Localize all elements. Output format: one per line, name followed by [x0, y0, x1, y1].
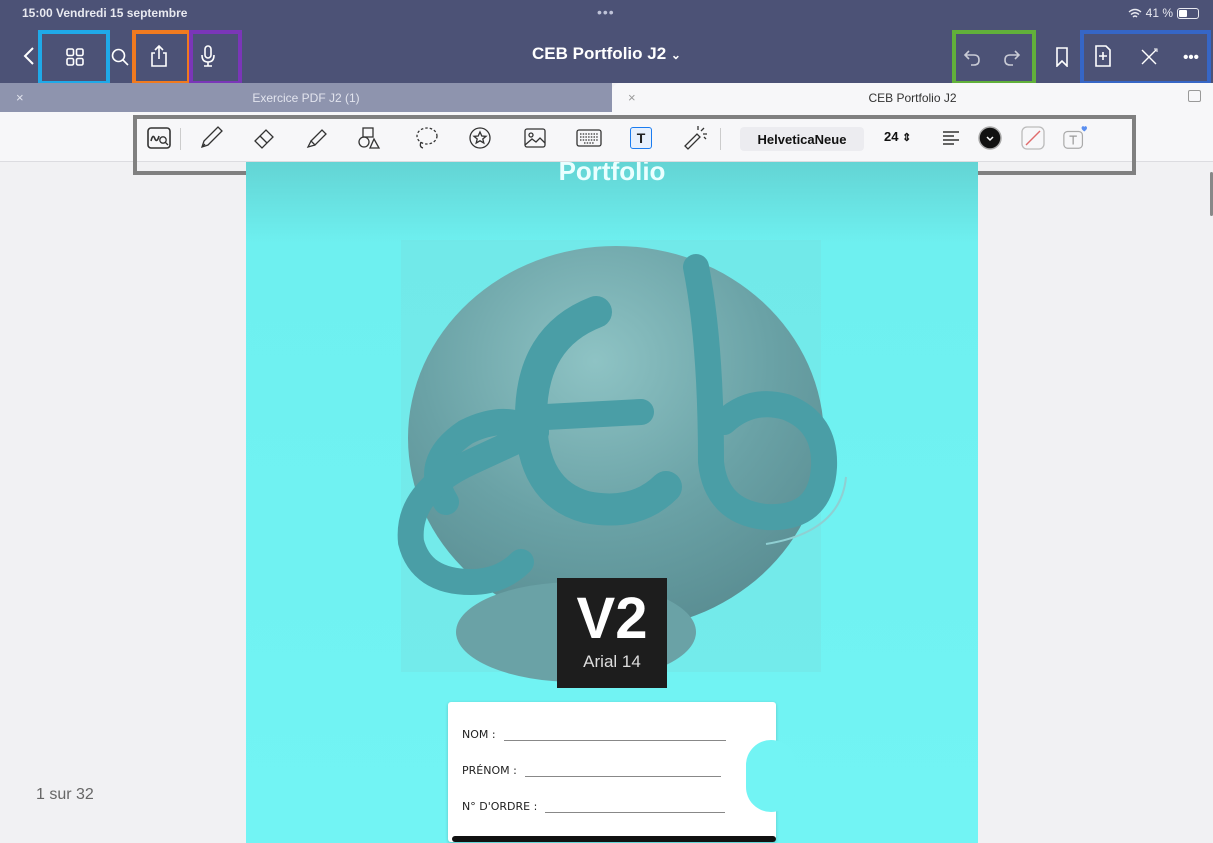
annotation-toolbar: T HelveticaNeue 24 ⇕	[0, 112, 1213, 162]
tab-exercice[interactable]: × Exercice PDF J2 (1)	[0, 83, 612, 112]
zoom-writing-tool[interactable]	[146, 125, 172, 151]
tab-ceb-portfolio[interactable]: × CEB Portfolio J2	[612, 83, 1213, 112]
field-line	[545, 812, 726, 813]
pen-icon	[200, 126, 223, 149]
zoom-writing-icon	[147, 127, 171, 149]
text-align-button[interactable]	[938, 125, 964, 151]
laser-pointer-icon	[684, 126, 707, 150]
firstname-label: PRÉNOM :	[462, 764, 517, 777]
firstname-field[interactable]: PRÉNOM :	[462, 764, 721, 777]
card-cutout	[746, 740, 796, 812]
add-page-button[interactable]	[1090, 43, 1116, 69]
split-view-icon[interactable]	[1188, 90, 1201, 102]
align-left-icon	[943, 131, 959, 145]
highlighter-tool[interactable]	[304, 125, 330, 151]
more-button[interactable]: •••	[1176, 44, 1206, 70]
search-icon	[111, 48, 129, 66]
font-family-selector[interactable]: HelveticaNeue	[740, 127, 864, 151]
close-x-icon	[1141, 48, 1158, 65]
keyboard-tool[interactable]	[576, 125, 602, 151]
image-tool[interactable]	[522, 125, 548, 151]
grid-icon	[66, 48, 84, 66]
text-tool[interactable]: T	[628, 125, 654, 151]
order-number-label: N° D'ORDRE :	[462, 800, 538, 813]
back-button[interactable]	[18, 44, 40, 68]
toolbar-divider	[720, 128, 721, 150]
bookmark-icon	[1056, 47, 1068, 67]
image-icon	[524, 128, 546, 148]
chevron-down-icon[interactable]: ⌄	[671, 48, 681, 62]
order-number-field[interactable]: N° D'ORDRE :	[462, 800, 726, 813]
laser-pointer-tool[interactable]	[682, 125, 708, 151]
lasso-icon	[416, 127, 438, 149]
text-box-icon: T	[630, 127, 652, 149]
battery-icon	[1177, 7, 1199, 19]
lasso-tool[interactable]	[414, 125, 440, 151]
back-icon	[23, 47, 34, 65]
shape-tool[interactable]	[356, 125, 382, 151]
no-fill-icon	[1021, 126, 1045, 150]
field-line	[524, 776, 721, 777]
pdf-page[interactable]: Portfolio V2 Arial 14 NOM : PRÉNOM : N° …	[246, 162, 978, 843]
tab-label: CEB Portfolio J2	[868, 91, 957, 105]
toolbar-divider	[180, 128, 181, 150]
status-indicators: 41 %	[1128, 6, 1199, 20]
text-style-favorites-button[interactable]	[1062, 125, 1088, 151]
card-bottom-bar	[452, 836, 776, 842]
fill-color-button[interactable]	[1020, 125, 1046, 151]
dictation-button[interactable]	[194, 42, 222, 70]
document-tabs: × Exercice PDF J2 (1) × CEB Portfolio J2	[0, 83, 1213, 112]
multitasking-dots[interactable]: •••	[597, 4, 615, 20]
search-button[interactable]	[108, 44, 132, 70]
pen-tool[interactable]	[198, 125, 224, 151]
undo-icon	[963, 50, 980, 66]
text-favorite-icon	[1063, 126, 1088, 149]
thumbnails-button[interactable]	[60, 44, 90, 70]
highlighter-icon	[306, 129, 327, 149]
field-line	[503, 740, 726, 741]
close-document-button[interactable]	[1136, 44, 1162, 70]
keyboard-icon	[576, 129, 602, 147]
version-note: Arial 14	[583, 652, 641, 671]
tab-label: Exercice PDF J2 (1)	[252, 91, 360, 105]
sticker-tool[interactable]	[467, 125, 493, 151]
top-bar: 15:00 Vendredi 15 septembre ••• 41 % CEB…	[0, 0, 1213, 83]
font-size-value: 24	[884, 129, 899, 144]
share-button[interactable]	[144, 42, 174, 70]
document-title[interactable]: CEB Portfolio J2	[532, 44, 666, 63]
eraser-tool[interactable]	[252, 125, 278, 151]
version-badge: V2 Arial 14	[557, 578, 667, 688]
shapes-icon	[358, 127, 381, 149]
status-time-date: 15:00 Vendredi 15 septembre	[22, 6, 188, 20]
undo-button[interactable]	[960, 44, 984, 70]
name-field[interactable]: NOM :	[462, 728, 726, 741]
text-color-button[interactable]	[977, 125, 1003, 151]
student-id-card: NOM : PRÉNOM : N° D'ORDRE :	[448, 702, 796, 842]
battery-percent: 41 %	[1145, 6, 1173, 20]
redo-button[interactable]	[1000, 44, 1024, 70]
sticker-icon	[469, 127, 491, 149]
color-swatch-icon	[978, 126, 1002, 150]
share-icon	[151, 45, 167, 67]
add-page-icon	[1095, 45, 1111, 67]
redo-icon	[1004, 50, 1021, 66]
microphone-icon	[201, 45, 215, 67]
wifi-icon	[1128, 8, 1142, 18]
name-label: NOM :	[462, 728, 496, 741]
font-size-selector[interactable]: 24 ⇕	[884, 129, 911, 144]
bookmark-button[interactable]	[1050, 44, 1074, 70]
page-counter: 1 sur 32	[36, 786, 94, 803]
stepper-chevron-icon: ⇕	[902, 132, 912, 144]
version-label: V2	[576, 586, 648, 651]
eraser-icon	[254, 129, 274, 149]
